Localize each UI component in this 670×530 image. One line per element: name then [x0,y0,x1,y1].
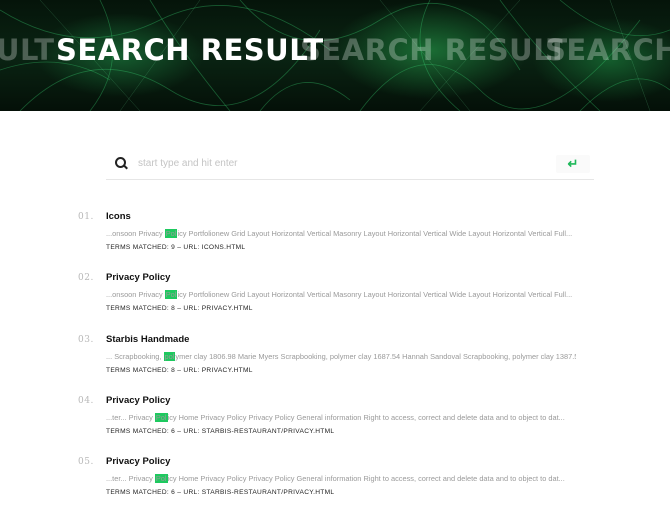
result-meta: TERMS MATCHED: 6 – URL: STARBIS-RESTAURA… [106,489,335,496]
result-title-link[interactable]: Starbis Handmade [106,334,189,345]
result-item: 03. Starbis Handmade ... Scrapbooking, p… [0,331,670,381]
result-excerpt: ... Scrapbooking, polymer clay 1806.98 M… [106,352,576,361]
result-excerpt-after: icy Home Privacy Policy Privacy Policy G… [167,474,565,483]
result-excerpt-after: ymer clay 1806.98 Marie Myers Scrapbooki… [175,352,576,361]
result-meta: TERMS MATCHED: 9 – URL: ICONS.HTML [106,244,246,251]
result-title-link[interactable]: Icons [106,211,131,222]
hero-banner: ULT SEARCH RESULT SEARCH RESULT SEARCH [0,0,670,111]
result-excerpt-before: ...onsoon Privacy [106,229,165,238]
result-excerpt-after: icy Portfolionew Grid Layout Horizontal … [177,229,573,238]
result-excerpt: ...ter... Privacy Policy Home Privacy Po… [106,474,576,483]
result-meta: TERMS MATCHED: 8 – URL: PRIVACY.HTML [106,367,253,374]
result-title-link[interactable]: Privacy Policy [106,456,170,467]
result-number: 03. [78,335,94,345]
result-meta: TERMS MATCHED: 8 – URL: PRIVACY.HTML [106,305,253,312]
result-item: 02. Privacy Policy ...onsoon Privacy Pol… [0,269,670,319]
result-excerpt-after: icy Portfolionew Grid Layout Horizontal … [177,290,573,299]
page-title: SEARCH RESULT [56,33,324,67]
result-title-link[interactable]: Privacy Policy [106,272,170,283]
result-excerpt-before: ...ter... Privacy [106,474,155,483]
result-excerpt-highlight: Pol [164,290,178,299]
search-input[interactable] [138,149,556,178]
hero-ghost-text-left: ULT [0,33,55,67]
hero-ghost-text-right: SEARCH [545,33,670,67]
result-number: 04. [78,396,94,406]
result-item: 05. Privacy Policy ...ter... Privacy Pol… [0,453,670,503]
result-number: 05. [78,457,94,467]
result-excerpt-after: icy Home Privacy Policy Privacy Policy G… [167,413,565,422]
result-excerpt-highlight: Pol [154,413,168,422]
result-excerpt-highlight: Pol [154,474,168,483]
enter-arrow-icon[interactable]: ↵ [556,154,590,173]
result-excerpt: ...ter... Privacy Policy Home Privacy Po… [106,413,576,422]
result-excerpt-highlight: Pol [164,229,178,238]
result-item: 04. Privacy Policy ...ter... Privacy Pol… [0,392,670,442]
result-excerpt-before: ... Scrapbooking, [106,352,164,361]
result-number: 02. [78,273,94,283]
hero-ghost-text-middle: SEARCH RESULT [300,33,568,67]
result-title-link[interactable]: Privacy Policy [106,395,170,406]
result-item: 01. Icons ...onsoon Privacy Policy Portf… [0,208,670,258]
result-number: 01. [78,212,94,222]
result-excerpt-before: ...ter... Privacy [106,413,155,422]
result-excerpt: ...onsoon Privacy Policy Portfolionew Gr… [106,290,576,299]
result-meta: TERMS MATCHED: 6 – URL: STARBIS-RESTAURA… [106,428,335,435]
result-excerpt: ...onsoon Privacy Policy Portfolionew Gr… [106,229,576,238]
result-excerpt-highlight: pol [163,352,176,361]
search-bar: ↵ [106,148,594,180]
search-icon [114,156,130,172]
result-excerpt-before: ...onsoon Privacy [106,290,165,299]
